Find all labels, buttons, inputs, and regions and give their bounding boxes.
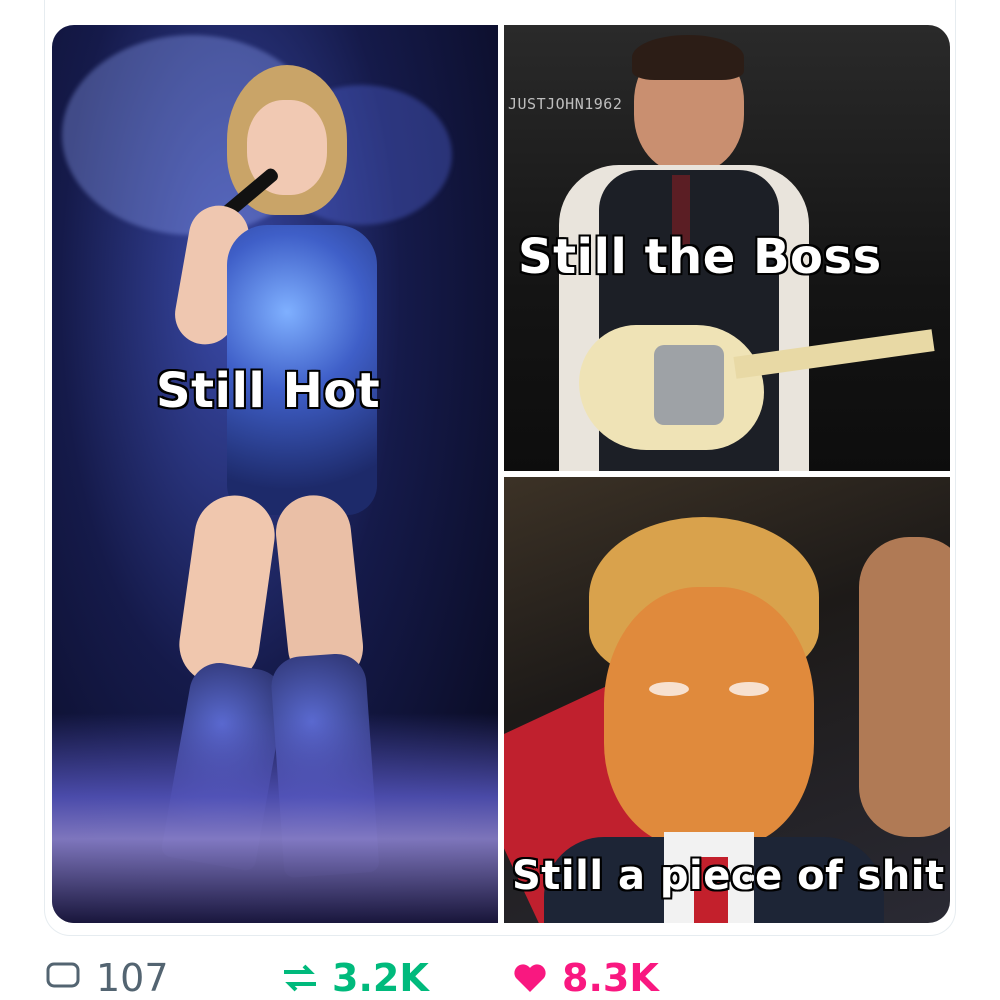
- meme-panel-bottom-right: Still a piece of shit: [504, 477, 950, 923]
- retweet-icon: [284, 964, 316, 992]
- reply-count: 107: [96, 956, 169, 1000]
- retweet-count: 3.2K: [332, 956, 429, 1000]
- reply-icon: [46, 962, 80, 988]
- watermark: JUSTJOHN1962: [508, 95, 623, 113]
- man-eye: [649, 682, 689, 696]
- reply-button[interactable]: 107: [44, 958, 169, 998]
- background-person: [859, 537, 950, 837]
- performer-leg: [174, 490, 280, 690]
- meme-panel-top-right: JUSTJOHN1962 Still the Boss: [504, 25, 950, 471]
- like-count: 8.3K: [562, 956, 659, 1000]
- meme-panel-left: Still Hot: [52, 25, 498, 923]
- caption-still-the-boss: Still the Boss: [518, 229, 882, 285]
- post-actions: 107 3.2K 8.3K: [44, 958, 956, 998]
- guitar-pickguard: [654, 345, 724, 425]
- caption-still-hot: Still Hot: [156, 363, 381, 419]
- like-button[interactable]: 8.3K: [510, 958, 659, 998]
- man-face: [604, 587, 814, 847]
- like-icon: [514, 964, 546, 992]
- stage-floor: [52, 713, 498, 923]
- man-eye: [729, 682, 769, 696]
- retweet-button[interactable]: 3.2K: [280, 958, 429, 998]
- guitarist-hair: [632, 35, 744, 80]
- post-media[interactable]: Still Hot JUSTJOHN1962 Still the Boss St…: [52, 25, 950, 923]
- caption-still-a-piece: Still a piece of shit: [512, 853, 945, 899]
